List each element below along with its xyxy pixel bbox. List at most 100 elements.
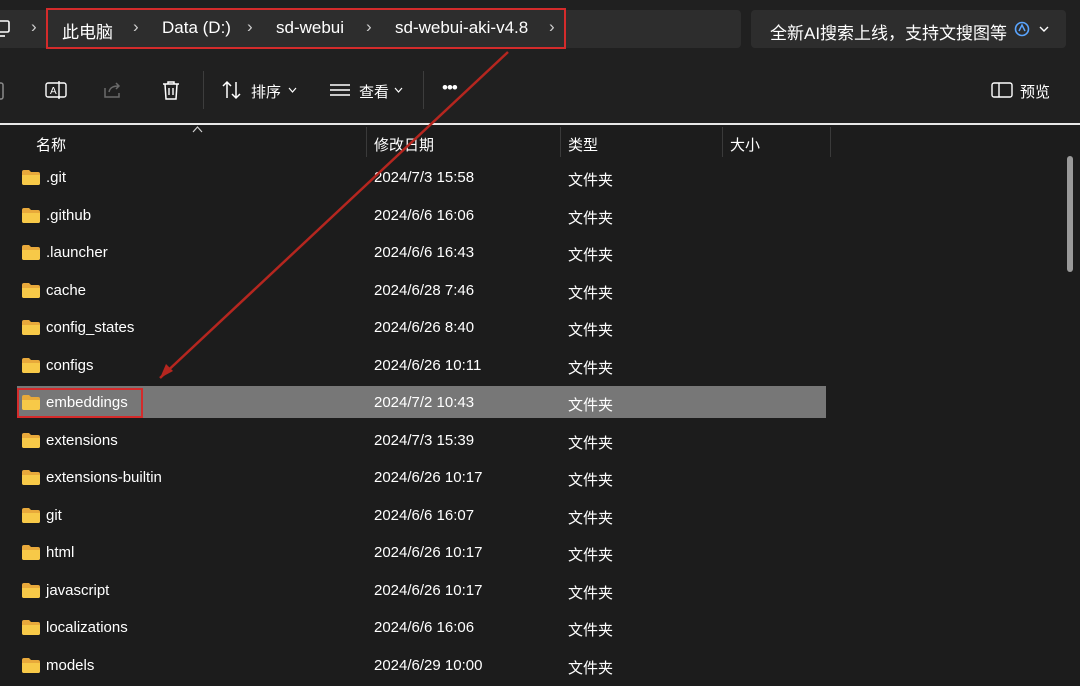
folder-icon: [22, 507, 40, 523]
search-box[interactable]: 全新AI搜索上线，支持文搜图等: [751, 10, 1066, 48]
column-divider[interactable]: [366, 127, 367, 157]
folder-icon: [22, 170, 40, 185]
file-modified-date: 2024/7/2 10:43: [374, 394, 475, 411]
file-modified-date: 2024/6/26 10:17: [374, 544, 483, 561]
file-row[interactable]: html 2024/6/26 10:17 文件夹: [0, 536, 1060, 573]
column-divider[interactable]: [560, 127, 561, 157]
file-type: 文件夹: [568, 247, 614, 264]
folder-icon: [22, 582, 40, 598]
file-row[interactable]: models 2024/6/29 10:00 文件夹: [0, 649, 1060, 686]
file-type: 文件夹: [568, 172, 614, 189]
file-name: config_states: [46, 319, 135, 336]
file-modified-date: 2024/6/29 10:00: [374, 656, 483, 674]
file-name: extensions-builtin: [46, 469, 162, 486]
file-modified-date: 2024/6/26 10:17: [374, 469, 483, 486]
folder-icon: [22, 657, 40, 673]
file-name: javascript: [46, 581, 110, 599]
file-type: 文件夹: [568, 359, 614, 377]
column-divider[interactable]: [722, 127, 723, 157]
ai-search-icon[interactable]: [1013, 20, 1031, 38]
svg-text:A: A: [50, 86, 57, 97]
toolbar-divider: [203, 71, 204, 109]
file-row[interactable]: config_states 2024/6/26 8:40 文件夹: [0, 311, 1060, 348]
sort-button[interactable]: 排序: [251, 81, 281, 102]
more-options-button[interactable]: •••: [442, 78, 458, 98]
file-type: 文件夹: [568, 622, 614, 639]
file-name: cache: [46, 281, 87, 299]
preview-pane-icon[interactable]: [990, 78, 1014, 102]
column-header-name[interactable]: 名称: [36, 134, 66, 155]
share-icon[interactable]: [101, 78, 125, 102]
file-type: 文件夹: [568, 284, 614, 302]
paste-icon[interactable]: [0, 78, 8, 102]
this-pc-icon[interactable]: [0, 17, 10, 41]
scrollbar-thumb[interactable]: [1067, 156, 1073, 272]
file-row[interactable]: localizations 2024/6/6 16:06 文件夹: [0, 611, 1060, 648]
file-row[interactable]: .github 2024/6/6 16:06 文件夹: [0, 199, 1060, 236]
column-divider[interactable]: [830, 127, 831, 157]
toolbar-divider: [423, 71, 424, 109]
file-modified-date: 2024/7/3 15:58: [374, 169, 475, 186]
file-type: 文件夹: [568, 209, 614, 227]
file-modified-date: 2024/6/26 8:40: [374, 319, 475, 336]
file-modified-date: 2024/6/6 16:06: [374, 206, 475, 224]
file-name: models: [46, 656, 95, 674]
file-row[interactable]: cache 2024/6/28 7:46 文件夹: [0, 274, 1060, 311]
chevron-down-icon[interactable]: [288, 87, 297, 93]
chevron-down-icon[interactable]: [1039, 24, 1049, 34]
command-bar: A 排序 查看 ••• 预览: [0, 58, 1080, 124]
file-type: 文件夹: [568, 322, 614, 339]
folder-icon: [22, 620, 40, 635]
file-type: 文件夹: [568, 659, 614, 677]
folder-icon: [22, 320, 40, 335]
file-type: 文件夹: [568, 434, 614, 452]
file-modified-date: 2024/7/3 15:39: [374, 431, 475, 449]
file-name: html: [46, 544, 75, 561]
file-name: configs: [46, 356, 94, 374]
view-button[interactable]: 查看: [359, 81, 389, 102]
file-type: 文件夹: [568, 584, 614, 602]
breadcrumb-separator-icon[interactable]: ›: [31, 17, 37, 37]
file-row[interactable]: .git 2024/7/3 15:58 文件夹: [0, 161, 1060, 198]
preview-button[interactable]: 预览: [1020, 81, 1050, 102]
folder-icon: [22, 545, 40, 560]
file-type: 文件夹: [568, 547, 614, 564]
file-type: 文件夹: [568, 397, 614, 414]
file-row[interactable]: configs 2024/6/26 10:11 文件夹: [0, 349, 1060, 386]
file-row[interactable]: javascript 2024/6/26 10:17 文件夹: [0, 574, 1060, 611]
file-name: extensions: [46, 431, 118, 449]
breadcrumb-highlight-box: [46, 8, 566, 49]
folder-icon: [22, 470, 40, 485]
file-modified-date: 2024/6/26 10:17: [374, 581, 483, 599]
file-row[interactable]: extensions-builtin 2024/6/26 10:17 文件夹: [0, 461, 1060, 498]
search-text: 全新AI搜索上线，支持文搜图等: [770, 24, 1008, 43]
file-modified-date: 2024/6/26 10:11: [374, 356, 482, 374]
file-row[interactable]: embeddings 2024/7/2 10:43 文件夹: [0, 386, 1060, 423]
file-type: 文件夹: [568, 509, 614, 527]
file-name: localizations: [46, 619, 128, 636]
sort-icon[interactable]: [220, 78, 244, 102]
file-row[interactable]: git 2024/6/6 16:07 文件夹: [0, 499, 1060, 536]
view-icon[interactable]: [328, 78, 352, 102]
file-modified-date: 2024/6/6 16:06: [374, 619, 475, 636]
column-headers: 名称 修改日期 类型 大小: [0, 125, 1080, 159]
folder-icon: [22, 207, 40, 223]
delete-icon[interactable]: [159, 78, 183, 102]
file-type: 文件夹: [568, 472, 614, 489]
sort-ascending-icon: [192, 126, 203, 133]
folder-icon: [22, 432, 40, 448]
folder-icon: [22, 245, 40, 260]
folder-icon: [22, 357, 40, 373]
column-header-type[interactable]: 类型: [568, 134, 598, 155]
address-bar-area: › 此电脑 › Data (D:) › sd-webui › sd-webui-…: [0, 0, 1080, 58]
file-row[interactable]: extensions 2024/7/3 15:39 文件夹: [0, 424, 1060, 461]
file-modified-date: 2024/6/6 16:43: [374, 244, 475, 261]
file-name: .git: [46, 169, 67, 186]
file-row[interactable]: .launcher 2024/6/6 16:43 文件夹: [0, 236, 1060, 273]
file-modified-date: 2024/6/28 7:46: [374, 281, 475, 299]
chevron-down-icon[interactable]: [394, 87, 403, 93]
rename-icon[interactable]: A: [44, 78, 68, 102]
file-modified-date: 2024/6/6 16:07: [374, 506, 475, 524]
column-header-date[interactable]: 修改日期: [374, 134, 434, 155]
column-header-size[interactable]: 大小: [730, 134, 760, 155]
